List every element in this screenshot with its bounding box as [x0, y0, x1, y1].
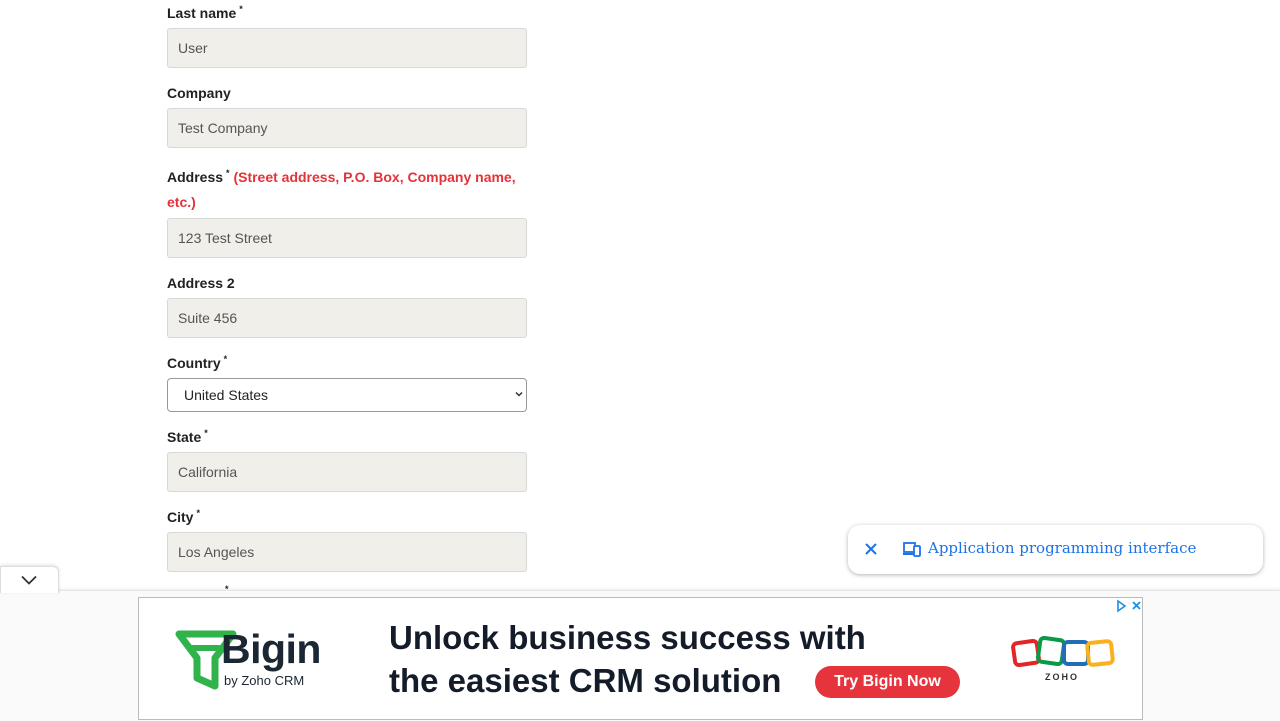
- last-name-label: Last name *: [167, 4, 243, 21]
- advertisement-banner[interactable]: Bigin by Zoho CRM Unlock business succes…: [138, 597, 1143, 720]
- ad-brand-sub: by Zoho CRM: [224, 673, 305, 688]
- address-hint: (Street address, P.O. Box, Company name,: [233, 169, 516, 185]
- ad-brand: Bigin: [221, 626, 321, 672]
- chevron-down-icon: [515, 391, 523, 397]
- popup-link[interactable]: Application programming interface: [928, 539, 1196, 557]
- address2-input[interactable]: Suite 456: [167, 298, 527, 338]
- address-hint-cont: etc.): [167, 194, 196, 210]
- country-selected-value: United States: [184, 387, 269, 403]
- ad-cta-button[interactable]: Try Bigin Now: [815, 666, 960, 698]
- close-icon[interactable]: [864, 542, 878, 556]
- adchoices-icon[interactable]: [1112, 598, 1143, 614]
- address-input[interactable]: 123 Test Street: [167, 218, 527, 258]
- company-input[interactable]: Test Company: [167, 108, 527, 148]
- suggestion-popup[interactable]: Application programming interface: [848, 525, 1263, 574]
- zoho-logo-icon: [1011, 636, 1115, 668]
- address-label: Address * (Street address, P.O. Box, Comp…: [167, 168, 516, 210]
- chevron-down-icon: [21, 575, 37, 585]
- last-name-input[interactable]: User: [167, 28, 527, 68]
- ad-zoho-label: ZOHO: [1045, 672, 1079, 682]
- state-label: State *: [167, 428, 208, 445]
- devices-icon: [903, 542, 921, 557]
- company-label: Company: [167, 85, 231, 101]
- country-select[interactable]: United States: [167, 378, 527, 412]
- address2-label: Address 2: [167, 275, 235, 291]
- city-label: City *: [167, 508, 200, 525]
- state-input[interactable]: California: [167, 452, 527, 492]
- ad-collapse-button[interactable]: [0, 566, 59, 593]
- country-label: Country *: [167, 354, 228, 371]
- city-input[interactable]: Los Angeles: [167, 532, 527, 572]
